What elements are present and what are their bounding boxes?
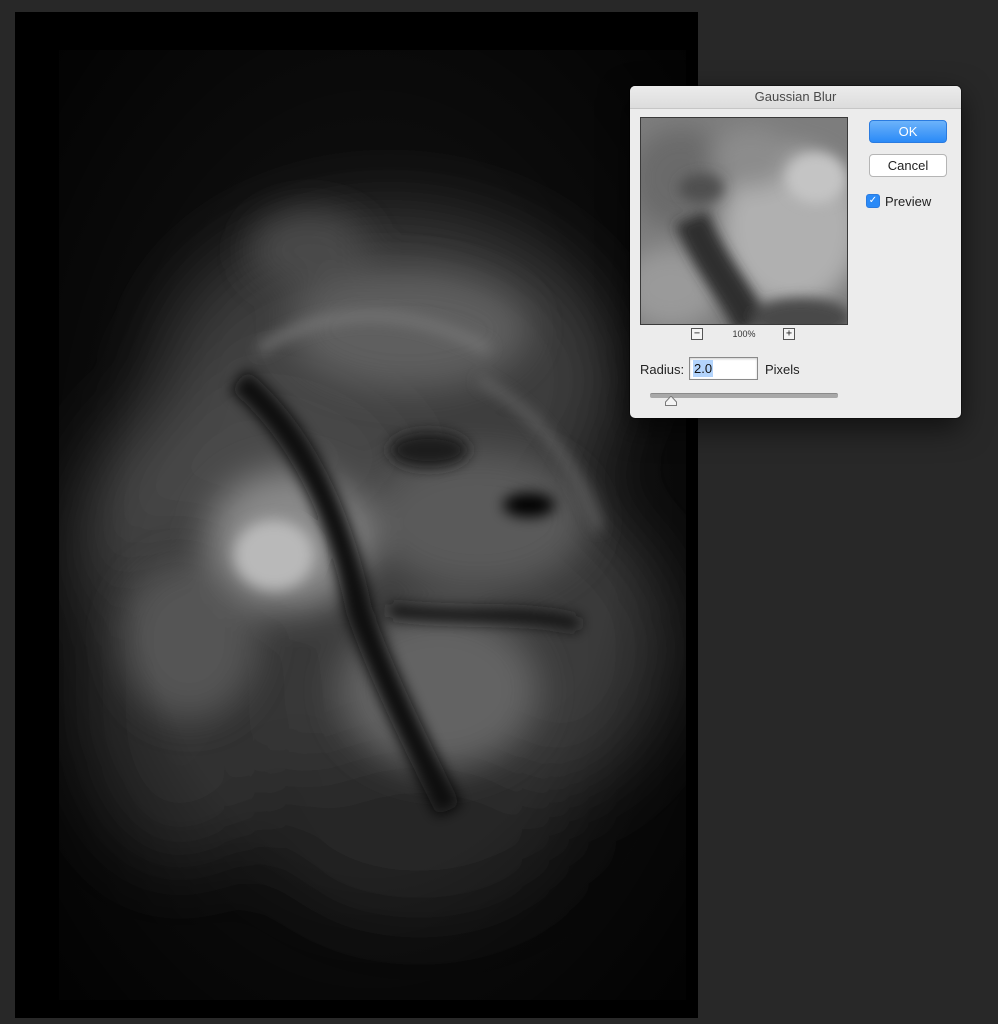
- gaussian-blur-dialog: Gaussian Blur − 100% + OK Cancel ✓ Previ…: [630, 86, 961, 418]
- preview-checkbox[interactable]: ✓: [866, 194, 880, 208]
- radius-input[interactable]: 2.0: [689, 357, 758, 380]
- preview-label: Preview: [885, 193, 932, 209]
- cancel-button[interactable]: Cancel: [869, 154, 947, 177]
- preview-checkbox-row[interactable]: ✓ Preview: [866, 193, 931, 209]
- nebula-image: [59, 50, 686, 1000]
- zoom-in-button[interactable]: +: [783, 328, 795, 340]
- radius-unit-label: Pixels: [765, 362, 800, 377]
- radius-slider-track[interactable]: [650, 393, 838, 398]
- dialog-title[interactable]: Gaussian Blur: [630, 86, 961, 109]
- radius-label: Radius:: [640, 362, 685, 377]
- workspace: Gaussian Blur − 100% + OK Cancel ✓ Previ…: [0, 0, 998, 1024]
- blur-preview-pane[interactable]: [640, 117, 848, 325]
- nebula-image-graphic: [59, 50, 686, 1000]
- document-canvas[interactable]: [15, 12, 698, 1018]
- zoom-out-button[interactable]: −: [691, 328, 703, 340]
- radius-value-selected: 2.0: [693, 360, 714, 377]
- zoom-level-readout: 100%: [732, 329, 756, 339]
- ok-button[interactable]: OK: [869, 120, 947, 143]
- radius-slider-thumb[interactable]: [664, 396, 677, 406]
- preview-zoom-controls: − 100% +: [640, 328, 848, 342]
- blur-preview-graphic: [641, 118, 847, 324]
